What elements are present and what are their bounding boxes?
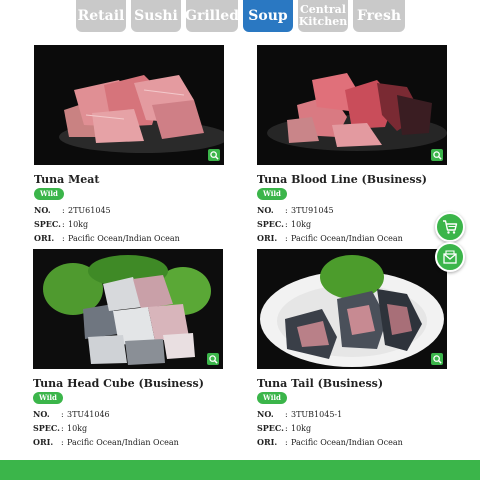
spec-key: SPEC. — [33, 423, 60, 433]
spec-value: 10kg — [68, 220, 89, 229]
tab-retail[interactable]: Retail — [76, 0, 126, 32]
zoom-in-icon[interactable] — [431, 149, 443, 161]
tuna-tail-photo — [257, 249, 447, 369]
product-spec-row: SPEC.: 10kg — [33, 423, 88, 433]
spec-key: NO. — [257, 205, 274, 215]
shopping-cart-icon — [443, 220, 458, 234]
product-image[interactable] — [33, 249, 223, 369]
tab-central-kitchen[interactable]: Central Kitchen — [298, 0, 348, 32]
mail-icon — [443, 250, 457, 264]
spec-key: SPEC. — [257, 219, 284, 229]
product-number-row: NO.:3TUB1045-1 — [257, 409, 343, 419]
tab-fresh[interactable]: Fresh — [353, 0, 405, 32]
product-image[interactable] — [257, 249, 447, 369]
product-spec-row: SPEC.: 10kg — [257, 219, 312, 229]
product-card[interactable]: Tuna Head Cube (Business) Wild NO.:3TU41… — [33, 249, 233, 449]
spec-value: 10kg — [67, 424, 88, 433]
zoom-in-icon[interactable] — [431, 353, 443, 365]
spec-key: NO. — [34, 205, 51, 215]
spec-value: 3TU91045 — [291, 206, 334, 215]
tuna-head-cube-photo — [33, 249, 223, 369]
spec-key: ORI. — [257, 437, 278, 447]
product-spec-row: SPEC.: 10kg — [34, 219, 89, 229]
product-title[interactable]: Tuna Tail (Business) — [257, 377, 383, 390]
spec-key: SPEC. — [34, 219, 61, 229]
product-title[interactable]: Tuna Meat — [34, 173, 100, 186]
spec-value: 2TU61045 — [68, 206, 111, 215]
product-origin-row: ORI.: Pacific Ocean/Indian Ocean — [33, 437, 179, 447]
tab-label: Retail — [77, 8, 125, 24]
tab-label: Fresh — [356, 8, 402, 24]
zoom-in-icon[interactable] — [208, 149, 220, 161]
wild-badge: Wild — [33, 392, 63, 404]
tab-label-line2: Kitchen — [298, 15, 348, 28]
spec-key: NO. — [33, 409, 50, 419]
product-number-row: NO.:2TU61045 — [34, 205, 111, 215]
tab-soup[interactable]: Soup — [243, 0, 293, 32]
zoom-in-icon[interactable] — [207, 353, 219, 365]
product-title[interactable]: Tuna Blood Line (Business) — [257, 173, 427, 186]
tab-sushi[interactable]: Sushi — [131, 0, 181, 32]
spec-value: Pacific Ocean/Indian Ocean — [291, 438, 403, 447]
product-number-row: NO.:3TU41046 — [33, 409, 110, 419]
spec-key: NO. — [257, 409, 274, 419]
spec-value: Pacific Ocean/Indian Ocean — [291, 234, 403, 243]
spec-key: SPEC. — [257, 423, 284, 433]
product-origin-row: ORI.: Pacific Ocean/Indian Ocean — [34, 233, 180, 243]
wild-badge: Wild — [257, 392, 287, 404]
spec-value: 3TU41046 — [67, 410, 110, 419]
spec-value: 3TUB1045-1 — [291, 410, 343, 419]
wild-badge: Wild — [257, 188, 287, 200]
spec-value: 10kg — [291, 424, 312, 433]
product-card[interactable]: Tuna Meat Wild NO.:2TU61045 SPEC.: 10kg O… — [34, 45, 234, 245]
spec-value: 10kg — [291, 220, 312, 229]
tab-label: Soup — [248, 8, 288, 24]
spec-key: ORI. — [33, 437, 54, 447]
tab-grilled[interactable]: Grilled — [185, 0, 239, 32]
tuna-blood-line-photo — [257, 45, 447, 165]
product-card[interactable]: Tuna Tail (Business) Wild NO.:3TUB1045-1… — [257, 249, 457, 449]
product-origin-row: ORI.: Pacific Ocean/Indian Ocean — [257, 233, 403, 243]
wild-badge: Wild — [34, 188, 64, 200]
product-origin-row: ORI.: Pacific Ocean/Indian Ocean — [257, 437, 403, 447]
contact-mail-button[interactable] — [435, 242, 465, 272]
product-spec-row: SPEC.: 10kg — [257, 423, 312, 433]
spec-value: Pacific Ocean/Indian Ocean — [67, 438, 179, 447]
product-number-row: NO.:3TU91045 — [257, 205, 334, 215]
spec-key: ORI. — [257, 233, 278, 243]
cart-button[interactable] — [435, 212, 465, 242]
product-image[interactable] — [257, 45, 447, 165]
product-card[interactable]: Tuna Blood Line (Business) Wild NO.:3TU9… — [257, 45, 457, 245]
spec-value: Pacific Ocean/Indian Ocean — [68, 234, 180, 243]
product-title[interactable]: Tuna Head Cube (Business) — [33, 377, 204, 390]
product-image[interactable] — [34, 45, 224, 165]
tab-label: Grilled — [185, 8, 239, 24]
tuna-meat-photo — [34, 45, 224, 165]
tab-label: Sushi — [134, 8, 178, 24]
category-tabs: Retail Sushi Grilled Soup Central Kitche… — [0, 0, 480, 34]
footer-bar — [0, 460, 480, 480]
spec-key: ORI. — [34, 233, 55, 243]
